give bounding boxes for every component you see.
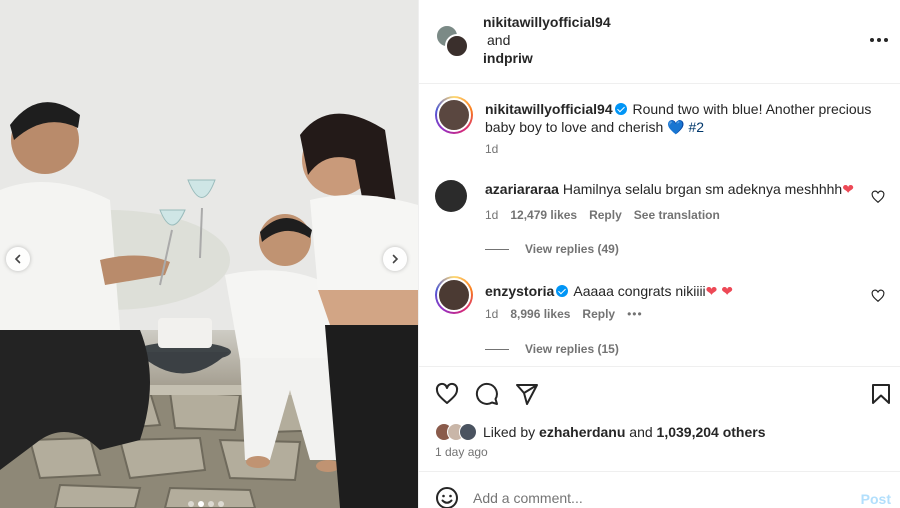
comment-likes[interactable]: 12,479 likes: [510, 208, 577, 222]
author-username[interactable]: nikitawillyofficial94: [483, 13, 611, 31]
reply-button[interactable]: Reply: [582, 307, 615, 321]
next-slide-button[interactable]: [383, 247, 407, 271]
post-side-panel: nikitawillyofficial94 and indpriw nikita…: [418, 0, 900, 508]
carousel-dot: [188, 501, 194, 507]
comment-item: enzystoria Aaaaa congrats nikiiii❤ ❤ 1d …: [435, 276, 885, 366]
photo-illustration: [0, 0, 418, 508]
view-replies-label: View replies (15): [525, 342, 619, 356]
divider-line: [485, 248, 509, 250]
comment-meta: 1d 12,479 likes Reply See translation: [485, 208, 720, 222]
post-timestamp[interactable]: 1 day ago: [435, 445, 488, 459]
carousel-dot-active: [198, 501, 204, 507]
liked-by-prefix: Liked by: [483, 424, 536, 440]
hashtag-link[interactable]: #2: [688, 119, 704, 135]
view-replies-button[interactable]: View replies (49): [485, 242, 619, 256]
liked-by-text[interactable]: Liked by ezhaherdanu and 1,039,204 other…: [483, 424, 766, 440]
post-photo[interactable]: [0, 0, 418, 508]
verified-badge-icon: [614, 103, 627, 115]
comment-likes[interactable]: 8,996 likes: [510, 307, 570, 321]
heart-emoji: ❤: [842, 181, 854, 197]
comment-meta: 1d 8,996 likes Reply •••: [485, 307, 643, 321]
collab-avatars[interactable]: [435, 24, 469, 58]
divider-line: [485, 348, 509, 350]
comment-text-block: enzystoria Aaaaa congrats nikiiii❤ ❤: [485, 282, 865, 300]
verified-badge-icon: [556, 285, 569, 297]
like-comment-icon[interactable]: [871, 289, 885, 303]
like-heart-icon[interactable]: [435, 382, 459, 406]
avatar: [445, 34, 469, 58]
comment-bubble-icon[interactable]: [475, 382, 499, 406]
view-replies-button[interactable]: View replies (15): [485, 342, 619, 356]
caption-time: 1d: [485, 142, 499, 156]
more-options-icon[interactable]: [867, 30, 891, 50]
carousel-dot: [208, 501, 214, 507]
liked-by-row: Liked by ezhaherdanu and 1,039,204 other…: [435, 421, 766, 443]
comment-text: Aaaaa congrats nikiiii: [573, 283, 706, 299]
heart-emoji: ❤ ❤: [705, 283, 734, 299]
and-text: and: [487, 32, 511, 48]
carousel-indicator: [188, 501, 224, 507]
comment-text: Hamilnya selalu brgan sm adeknya meshhhh: [562, 181, 843, 197]
carousel-dot: [218, 501, 224, 507]
view-replies-label: View replies (49): [525, 242, 619, 256]
blue-heart-emoji: 💙: [667, 119, 685, 135]
bookmark-icon[interactable]: [869, 382, 893, 406]
comment-text-block: azariararaa Hamilnya selalu brgan sm ade…: [485, 180, 865, 198]
comment-time: 1d: [485, 307, 499, 321]
comment-item: azariararaa Hamilnya selalu brgan sm ade…: [435, 180, 885, 270]
instagram-post-modal: nikitawillyofficial94 and indpriw nikita…: [0, 0, 900, 508]
see-translation-button[interactable]: See translation: [634, 208, 720, 222]
comment-options-icon[interactable]: •••: [627, 307, 643, 321]
post-comment-button[interactable]: Post: [861, 491, 891, 507]
post-authors: nikitawillyofficial94 and indpriw: [483, 13, 611, 67]
comment-username[interactable]: azariararaa: [485, 181, 559, 197]
caption-avatar[interactable]: [435, 96, 473, 134]
emoji-icon[interactable]: [435, 486, 459, 508]
avatar[interactable]: [435, 180, 467, 212]
caption-username[interactable]: nikitawillyofficial94: [485, 101, 613, 117]
avatar[interactable]: [435, 276, 473, 314]
chevron-right-icon: [392, 254, 399, 264]
liked-by-and: and: [629, 424, 653, 440]
comment-username[interactable]: enzystoria: [485, 283, 554, 299]
liked-by-user[interactable]: ezhaherdanu: [539, 424, 625, 440]
share-paper-plane-icon[interactable]: [515, 382, 539, 406]
caption-text-block: nikitawillyofficial94 Round two with blu…: [485, 100, 885, 158]
post-header: nikitawillyofficial94 and indpriw: [419, 0, 900, 84]
reply-button[interactable]: Reply: [589, 208, 622, 222]
comment-time: 1d: [485, 208, 499, 222]
add-comment-bar: Post: [419, 471, 900, 508]
coauthor-username[interactable]: indpriw: [483, 49, 611, 67]
comment-input[interactable]: [473, 490, 853, 506]
avatar: [459, 423, 477, 441]
likes-count[interactable]: 1,039,204 others: [657, 424, 766, 440]
post-actions-section: Liked by ezhaherdanu and 1,039,204 other…: [419, 366, 900, 508]
like-comment-icon[interactable]: [871, 190, 885, 204]
chevron-left-icon: [14, 254, 21, 264]
previous-slide-button[interactable]: [6, 247, 30, 271]
